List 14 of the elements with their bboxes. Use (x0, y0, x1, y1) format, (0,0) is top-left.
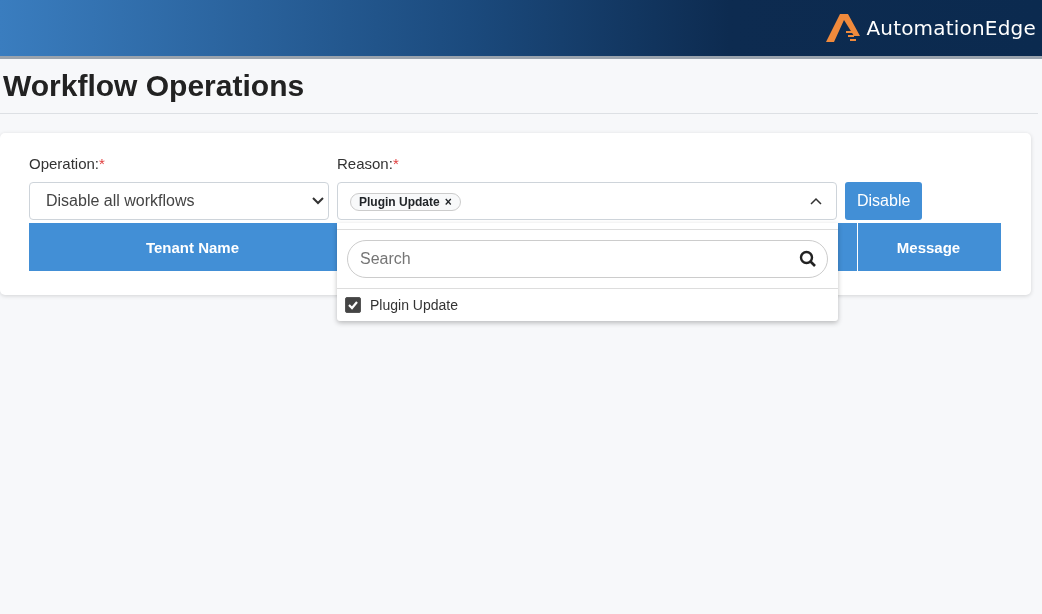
checkbox[interactable] (345, 297, 361, 313)
operation-select[interactable]: Disable all workflows (29, 182, 329, 220)
search-icon (799, 250, 817, 268)
reason-select[interactable]: Plugin Update × (337, 182, 837, 220)
selected-tag: Plugin Update × (350, 193, 461, 211)
operation-label: Operation:* (29, 155, 106, 172)
page-title: Workflow Operations (3, 69, 306, 103)
brand-name: AutomationEdge (866, 16, 1036, 40)
reason-label: Reason:* (337, 155, 400, 172)
dropdown-option[interactable]: Plugin Update (337, 289, 838, 321)
column-header: Tenant Name (144, 237, 241, 258)
column-header: Message (895, 237, 962, 258)
chevron-down-icon (312, 197, 324, 205)
search-field[interactable]: Search (347, 240, 828, 278)
